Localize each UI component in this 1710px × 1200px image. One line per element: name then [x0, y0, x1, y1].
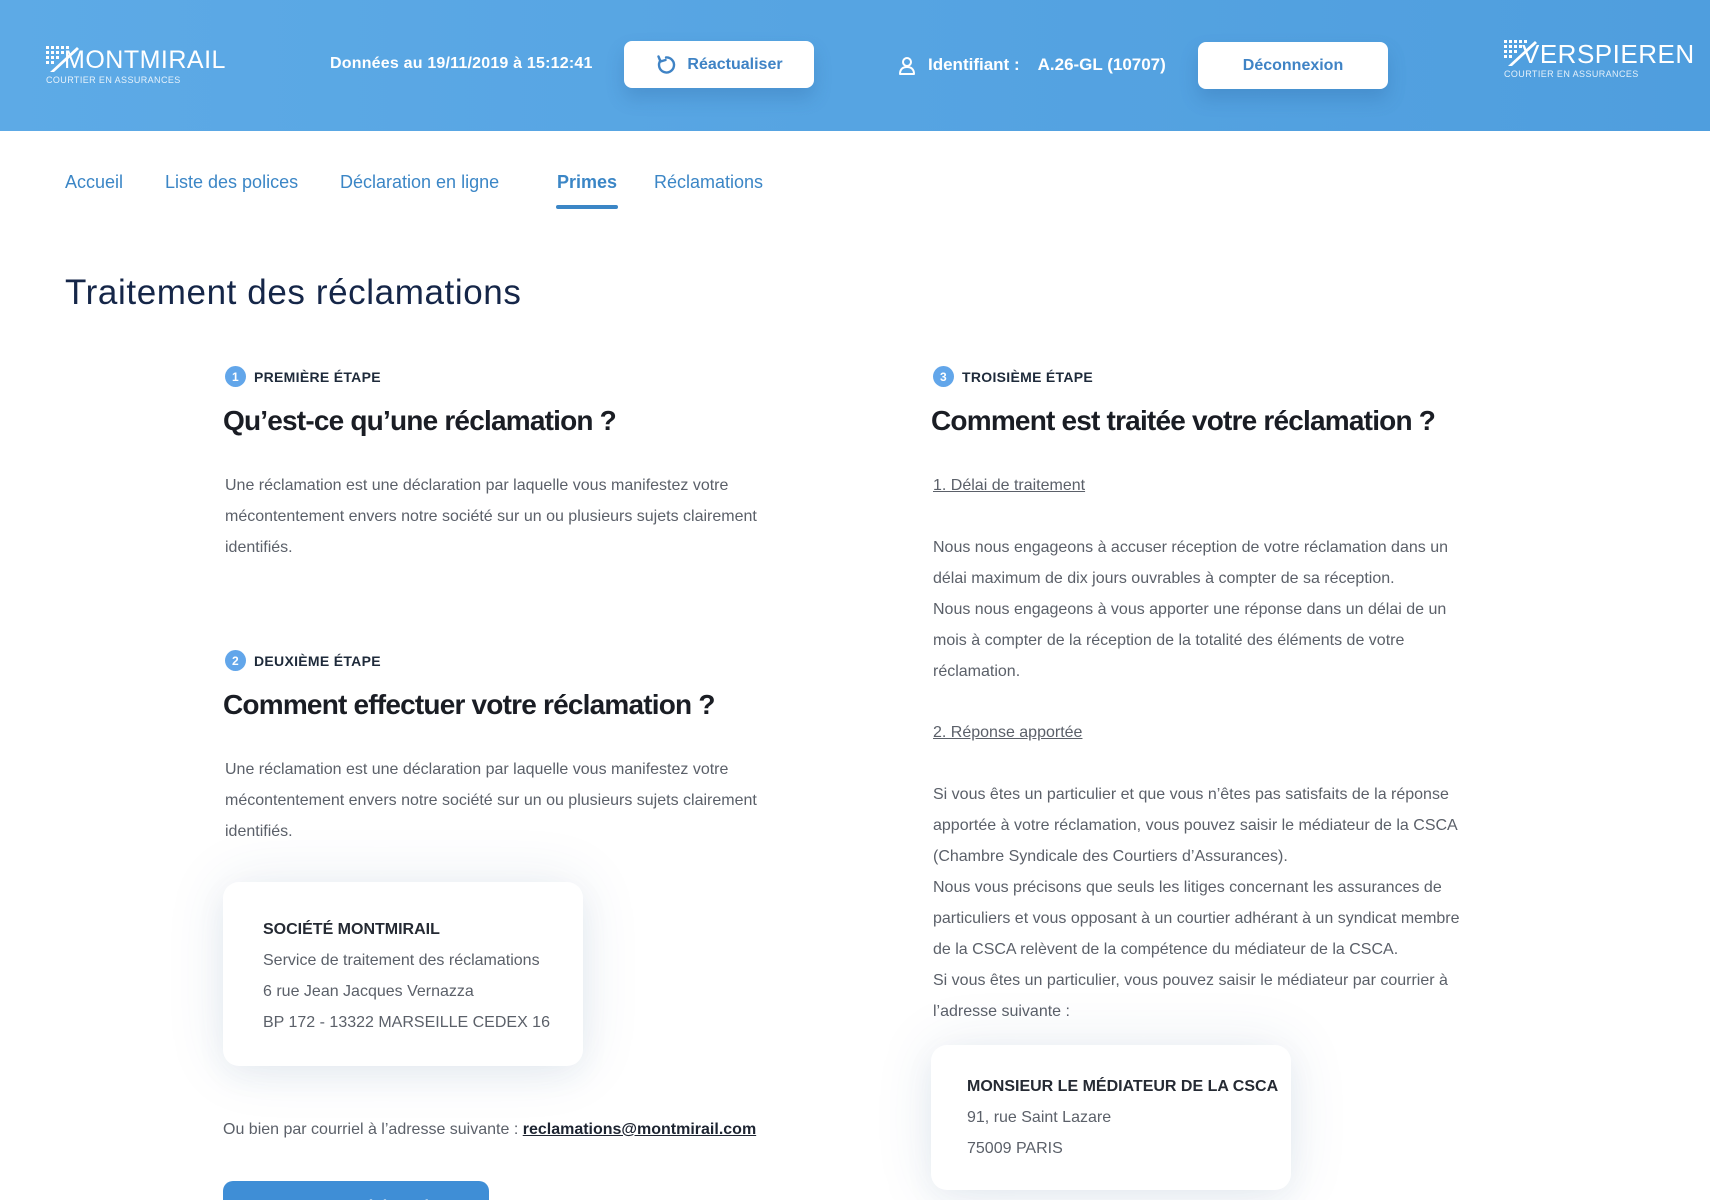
email-contact-line: Ou bien par courriel à l’adresse suivant…: [223, 1121, 756, 1139]
user-icon: [899, 56, 915, 75]
step-1-text-line: mécontentement envers notre société sur …: [225, 508, 757, 525]
response-line: Si vous êtes un particulier et que vous …: [933, 786, 1449, 803]
montmirail-logo-mark-icon: [46, 46, 79, 72]
processing-delay-line: délai maximum de dix jours ouvrables à c…: [933, 570, 1395, 587]
refresh-button-label: Réactualiser: [687, 55, 783, 73]
response-line: particuliers et vous opposant à un court…: [933, 910, 1460, 927]
processing-delay-text: Nous nous engageons à accuser réception …: [933, 532, 1513, 687]
email-prefix: Ou bien par courriel à l’adresse suivant…: [223, 1121, 519, 1138]
nav-item-primes[interactable]: Primes: [555, 172, 619, 209]
verspieren-logo[interactable]: VERSPIEREN COURTIER EN ASSURANCES: [1504, 40, 1695, 80]
response-line: Si vous êtes un particulier, vous pouvez…: [933, 972, 1448, 989]
processing-delay-line: Nous nous engageons à vous apporter une …: [933, 601, 1447, 618]
step-1-heading: Qu’est-ce qu’une réclamation ?: [223, 405, 617, 436]
response-line: l’adresse suivante :: [933, 1003, 1070, 1020]
nav-item-reclamations[interactable]: Réclamations: [654, 172, 763, 193]
step-3-label-text: TROISIÈME ÉTAPE: [962, 368, 1094, 385]
refresh-icon: [657, 54, 676, 74]
nav-item-accueil[interactable]: Accueil: [65, 172, 123, 193]
step-2-text: Une réclamation est une déclaration par …: [225, 754, 785, 847]
response-line: (Chambre Syndicale des Courtiers d’Assur…: [933, 848, 1288, 865]
address-line: Service de traitement des réclamations: [263, 952, 540, 969]
step-1-text: Une réclamation est une déclaration par …: [225, 470, 785, 563]
processing-delay-line: mois à compter de la réception de la tot…: [933, 632, 1405, 649]
step-3-heading: Comment est traitée votre réclamation ?: [931, 405, 1436, 436]
step-number-badge: 3: [933, 366, 954, 387]
response-text: Si vous êtes un particulier et que vous …: [933, 779, 1513, 1027]
step-1-text-line: Une réclamation est une déclaration par …: [225, 477, 729, 494]
main-nav: Accueil Liste des polices Déclaration en…: [0, 172, 1710, 212]
step-3-label: 3 TROISIÈME ÉTAPE: [933, 366, 1093, 387]
step-2-heading: Comment effectuer votre réclamation ?: [223, 689, 715, 720]
data-timestamp: Données au 19/11/2019 à 15:12:41: [330, 55, 593, 72]
address-line: BP 172 - 13322 MARSEILLE CEDEX 16: [263, 1014, 550, 1031]
identifier-value: A.26-GL (10707): [1037, 55, 1166, 74]
identifier-label: Identifiant :: [928, 55, 1020, 74]
send-complaint-button[interactable]: Envoyer ma réclamation: [223, 1181, 489, 1200]
address-card-title: SOCIÉTÉ MONTMIRAIL: [263, 921, 440, 938]
nav-item-liste-des-polices[interactable]: Liste des polices: [165, 172, 298, 193]
address-line: 75009 PARIS: [967, 1140, 1063, 1157]
response-line: apportée à votre réclamation, vous pouve…: [933, 817, 1458, 834]
address-line: 91, rue Saint Lazare: [967, 1109, 1112, 1126]
step-1-label: 1 PREMIÈRE ÉTAPE: [225, 366, 381, 387]
step-number-badge: 2: [225, 650, 246, 671]
verspieren-logo-subtitle: COURTIER EN ASSURANCES: [1504, 69, 1639, 79]
montmirail-logo-subtitle: COURTIER EN ASSURANCES: [46, 75, 181, 85]
montmirail-logo[interactable]: MONTMIRAIL COURTIER EN ASSURANCES: [46, 46, 226, 86]
step-1-label-text: PREMIÈRE ÉTAPE: [254, 368, 381, 385]
mediator-address-card: MONSIEUR LE MÉDIATEUR DE LA CSCA 91, rue…: [931, 1045, 1291, 1190]
processing-delay-subtitle: 1. Délai de traitement: [933, 477, 1086, 494]
processing-delay-line: Nous nous engageons à accuser réception …: [933, 539, 1448, 556]
step-2-text-line: mécontentement envers notre société sur …: [225, 792, 757, 809]
address-line: 6 rue Jean Jacques Vernazza: [263, 983, 474, 1000]
email-link[interactable]: reclamations@montmirail.com: [523, 1121, 756, 1138]
top-header: MONTMIRAIL COURTIER EN ASSURANCES Donnée…: [0, 0, 1710, 131]
verspieren-logo-mark-icon: [1504, 40, 1537, 66]
nav-item-declaration-en-ligne[interactable]: Déclaration en ligne: [340, 172, 499, 193]
response-line: Nous vous précisons que seuls les litige…: [933, 879, 1442, 896]
step-2-text-line: identifiés.: [225, 823, 293, 840]
refresh-button[interactable]: Réactualiser: [624, 41, 814, 88]
step-number-badge: 1: [225, 366, 246, 387]
logout-button[interactable]: Déconnexion: [1198, 42, 1388, 89]
step-2-label-text: DEUXIÈME ÉTAPE: [254, 652, 381, 669]
step-2-text-line: Une réclamation est une déclaration par …: [225, 761, 729, 778]
processing-delay-line: réclamation.: [933, 663, 1021, 680]
user-identifier: Identifiant : A.26-GL (10707): [898, 55, 1166, 75]
montmirail-address-card: SOCIÉTÉ MONTMIRAIL Service de traitement…: [223, 882, 583, 1066]
step-1-text-line: identifiés.: [225, 539, 293, 556]
address-card-title: MONSIEUR LE MÉDIATEUR DE LA CSCA: [967, 1078, 1279, 1095]
step-2-label: 2 DEUXIÈME ÉTAPE: [225, 650, 381, 671]
response-subtitle: 2. Réponse apportée: [933, 724, 1083, 741]
page-title: Traitement des réclamations: [65, 273, 522, 312]
response-line: de la CSCA relèvent de la compétence du …: [933, 941, 1399, 958]
